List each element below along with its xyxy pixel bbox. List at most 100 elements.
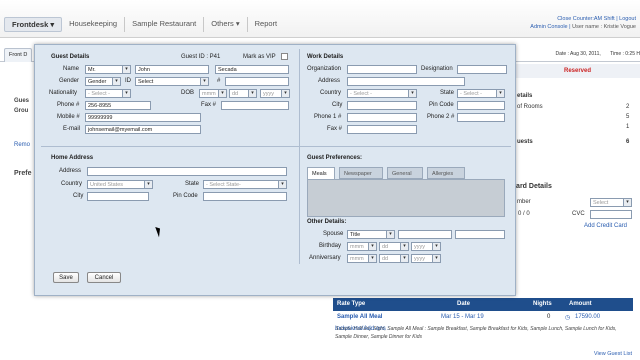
work-fax-label: Fax # bbox=[327, 126, 343, 132]
anniversary-month-select[interactable]: mmm ▾ bbox=[347, 254, 377, 263]
id-number-input[interactable] bbox=[225, 77, 289, 86]
guests-label: uests bbox=[517, 139, 533, 145]
clock-icon[interactable]: ◷ bbox=[565, 314, 570, 321]
rooms-label: of Rooms bbox=[517, 104, 543, 110]
guest-heading: Gues bbox=[14, 98, 30, 104]
chevron-down-icon: ▾ bbox=[112, 78, 120, 85]
nav-others[interactable]: Others ▾ bbox=[204, 17, 248, 32]
home-country-select[interactable]: United States ▾ bbox=[87, 180, 153, 189]
home-pincode-input[interactable] bbox=[203, 192, 287, 201]
inclusions-label: Inclusions/Add-ons : bbox=[335, 326, 390, 332]
email-label: E-mail bbox=[63, 126, 81, 132]
phone-input[interactable]: 256-8955 bbox=[85, 101, 151, 110]
fax-label: Fax # bbox=[201, 102, 217, 108]
status-badge: Reserved bbox=[515, 64, 640, 78]
organization-input[interactable] bbox=[347, 65, 417, 74]
birthday-year-select[interactable]: yyyy ▾ bbox=[411, 242, 441, 251]
work-phone2-input[interactable] bbox=[457, 113, 505, 122]
rate-name-link[interactable]: Sample All Meal bbox=[337, 314, 382, 320]
work-country-select[interactable]: - Select - ▾ bbox=[347, 89, 417, 98]
chevron-down-icon: ▾ bbox=[400, 255, 408, 262]
nationality-label: Nationality bbox=[49, 90, 78, 96]
save-button[interactable]: Save bbox=[53, 272, 79, 283]
tab-meals[interactable]: Meals bbox=[307, 167, 335, 179]
details-heading: etails bbox=[517, 93, 533, 99]
rate-dates[interactable]: Mar 15 - Mar 19 bbox=[441, 314, 484, 320]
spouse-title-select[interactable]: Title ▾ bbox=[347, 230, 395, 239]
tab-allergies[interactable]: Allergies bbox=[427, 167, 465, 179]
tab-newspaper[interactable]: Newspaper bbox=[339, 167, 383, 179]
home-city-input[interactable] bbox=[87, 192, 149, 201]
mobile-input[interactable]: 99999999 bbox=[85, 113, 201, 122]
phone-label: Phone # bbox=[57, 102, 80, 108]
cvc-input[interactable] bbox=[590, 210, 632, 219]
spouse-first-name-input[interactable] bbox=[398, 230, 452, 239]
chevron-down-icon: ▾ bbox=[248, 90, 256, 97]
admin-console-link[interactable]: Admin Console bbox=[530, 24, 567, 30]
first-name-input[interactable]: John bbox=[135, 65, 209, 74]
nav-report[interactable]: Report bbox=[248, 17, 285, 32]
dob-month-select[interactable]: mmm ▾ bbox=[199, 89, 227, 98]
vip-checkbox[interactable] bbox=[281, 53, 288, 60]
work-phone1-input[interactable] bbox=[347, 113, 417, 122]
rate-amount[interactable]: 17590.00 bbox=[575, 314, 600, 320]
chevron-down-icon: ▾ bbox=[386, 231, 394, 238]
fax-input[interactable] bbox=[221, 101, 289, 110]
time-label: Time : 0:25 H bbox=[610, 51, 640, 57]
remove-link[interactable]: Remo bbox=[14, 142, 30, 148]
nav-housekeeping[interactable]: Housekeeping bbox=[62, 17, 126, 32]
group-heading: Grou bbox=[14, 108, 29, 114]
dob-year-select[interactable]: yyyy ▾ bbox=[260, 89, 290, 98]
dob-day-select[interactable]: dd ▾ bbox=[229, 89, 257, 98]
chevron-down-icon: ▾ bbox=[368, 243, 376, 250]
chevron-down-icon: ▾ bbox=[623, 199, 631, 206]
id-type-select[interactable]: Select ▾ bbox=[135, 77, 209, 86]
id-number-label: # bbox=[217, 78, 221, 84]
tab-front-desk[interactable]: Front D bbox=[4, 48, 33, 62]
email-input[interactable]: johnsemail@myemail.com bbox=[85, 125, 201, 134]
nationality-select[interactable]: - Select - ▾ bbox=[85, 89, 131, 98]
logout-link[interactable]: Logout bbox=[619, 16, 636, 22]
birthday-month-select[interactable]: mmm ▾ bbox=[347, 242, 377, 251]
work-address-input[interactable] bbox=[347, 77, 465, 86]
user-name: User name : Kristie Vogue bbox=[572, 24, 636, 30]
work-city-input[interactable] bbox=[347, 101, 417, 110]
chevron-down-icon: ▾ bbox=[218, 90, 226, 97]
birthday-day-select[interactable]: dd ▾ bbox=[379, 242, 409, 251]
anniversary-year-select[interactable]: yyyy ▾ bbox=[411, 254, 441, 263]
work-fax-input[interactable] bbox=[347, 125, 417, 134]
title-select[interactable]: Mr. ▾ bbox=[85, 65, 131, 74]
guest-edit-dialog: Guest Details Guest ID : P41 Mark as VIP… bbox=[34, 44, 516, 296]
add-credit-card-link[interactable]: Add Credit Card bbox=[584, 223, 627, 229]
cancel-button[interactable]: Cancel bbox=[87, 272, 121, 283]
mark-vip-label: Mark as VIP bbox=[243, 54, 276, 60]
work-address-label: Address bbox=[318, 78, 341, 84]
home-address-input[interactable] bbox=[87, 167, 287, 176]
last-name-input[interactable]: Secada bbox=[215, 65, 289, 74]
designation-input[interactable] bbox=[457, 65, 507, 74]
nav-sample-restaurant[interactable]: Sample Restaurant bbox=[125, 17, 205, 32]
work-state-select[interactable]: - Select - ▾ bbox=[457, 89, 505, 98]
nav-frontdesk[interactable]: Frontdesk ▾ bbox=[4, 17, 63, 32]
preferences-panel bbox=[307, 179, 505, 217]
card-type-select[interactable]: Select ▾ bbox=[590, 198, 632, 207]
home-state-select[interactable]: - Select State- ▾ bbox=[203, 180, 287, 189]
view-guest-list-link[interactable]: View Guest List bbox=[594, 351, 632, 357]
work-details-heading: Work Details bbox=[307, 54, 344, 60]
card-details-heading: Card Details bbox=[511, 183, 552, 190]
work-state-label: State bbox=[440, 90, 455, 96]
gender-select[interactable]: Gender ▾ bbox=[85, 77, 121, 86]
top-navigation-bar: Frontdesk ▾ Housekeeping Sample Restaura… bbox=[0, 0, 640, 38]
anniversary-day-select[interactable]: dd ▾ bbox=[379, 254, 409, 263]
rate-table-header: Rate Type Date Nights Amount bbox=[333, 298, 633, 311]
close-counter-link[interactable]: Close Counter:AM Shift bbox=[557, 16, 614, 22]
chevron-down-icon: ▾ bbox=[281, 90, 289, 97]
spouse-last-name-input[interactable] bbox=[455, 230, 505, 239]
col-rate-type: Rate Type bbox=[337, 301, 366, 307]
tab-general[interactable]: General bbox=[387, 167, 423, 179]
work-pincode-input[interactable] bbox=[457, 101, 505, 110]
designation-label: Designation bbox=[421, 66, 453, 72]
home-country-label: Country bbox=[61, 181, 83, 187]
work-pincode-label: Pin Code bbox=[429, 102, 454, 108]
home-pincode-label: Pin Code bbox=[173, 193, 198, 199]
